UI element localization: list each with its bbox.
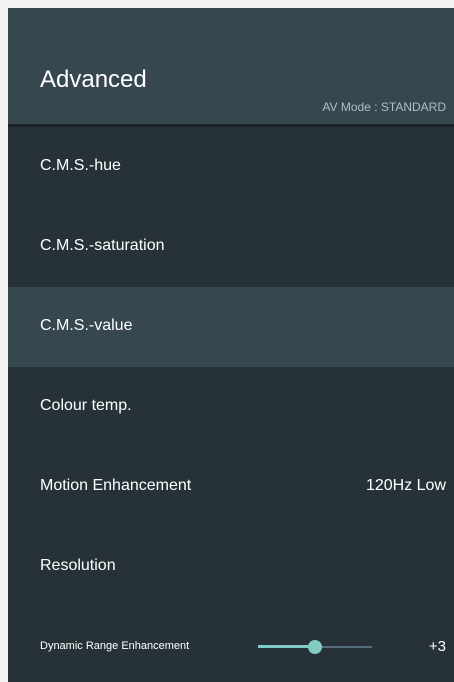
page-title: Advanced <box>40 66 147 93</box>
motion-enhancement-value: 120Hz Low <box>365 477 446 494</box>
menu-item-resolution[interactable]: Resolution <box>8 527 454 607</box>
menu-item-label: C.M.S.-hue <box>40 157 121 174</box>
menu-item-colour-temp[interactable]: Colour temp. <box>8 367 454 447</box>
settings-panel: Advanced AV Mode : STANDARD C.M.S.-hue C… <box>8 8 454 682</box>
menu-item-cms-hue[interactable]: C.M.S.-hue <box>8 127 454 207</box>
menu-item-cms-value[interactable]: C.M.S.-value <box>8 287 454 367</box>
menu-item-dynamic-range-enhancement[interactable]: Dynamic Range Enhancement +3 <box>8 607 454 682</box>
dynamic-range-label: Dynamic Range Enhancement <box>40 640 190 652</box>
menu-item-motion-enhancement[interactable]: Motion Enhancement 120Hz Low <box>8 447 454 527</box>
menu-item-label: Resolution <box>40 557 116 574</box>
menu-item-label: C.M.S.-value <box>40 317 133 334</box>
menu-item-label: Motion Enhancement <box>40 477 192 494</box>
dynamic-range-slider[interactable] <box>258 640 372 654</box>
av-mode-label: AV Mode : STANDARD <box>322 100 446 114</box>
slider-thumb[interactable] <box>308 640 322 654</box>
dynamic-range-value: +3 <box>428 638 446 655</box>
panel-header: Advanced AV Mode : STANDARD <box>8 8 454 127</box>
menu-item-label: Colour temp. <box>40 397 132 414</box>
slider-fill <box>258 645 315 648</box>
menu-item-label: C.M.S.-saturation <box>40 237 165 254</box>
menu-item-cms-saturation[interactable]: C.M.S.-saturation <box>8 207 454 287</box>
